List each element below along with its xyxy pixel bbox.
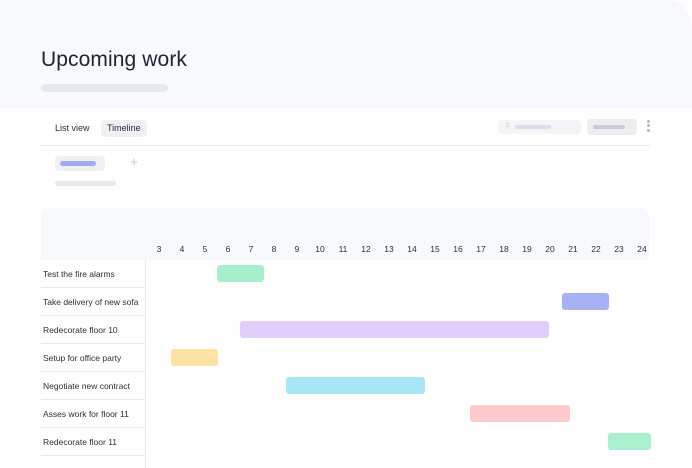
task-label: Test the fire alarms [43, 269, 115, 279]
timeline-day-label: 12 [361, 244, 371, 254]
task-bar[interactable] [217, 265, 264, 282]
add-icon[interactable]: + [128, 155, 140, 169]
timeline-day-label: 4 [179, 244, 185, 254]
filter-button[interactable] [587, 119, 637, 135]
timeline-day-label: 13 [384, 244, 394, 254]
task-bar[interactable] [240, 321, 550, 338]
more-options-icon[interactable] [645, 118, 651, 134]
row-divider [41, 287, 146, 288]
filter-button-placeholder [593, 125, 625, 129]
timeline-day-label: 7 [248, 244, 254, 254]
task-label: Setup for office party [43, 353, 122, 363]
timeline-day-label: 19 [522, 244, 532, 254]
timeline-day-label: 22 [591, 244, 601, 254]
row-divider [41, 399, 146, 400]
row-divider [41, 343, 146, 344]
search-placeholder [515, 125, 551, 129]
task-bar[interactable] [470, 405, 570, 422]
timeline-day-label: 11 [338, 244, 348, 254]
timeline-day-label: 9 [294, 244, 300, 254]
group-chip-color-bar [60, 161, 96, 166]
task-label: Redecorate floor 11 [43, 437, 118, 447]
row-divider [41, 371, 146, 372]
row-divider [41, 455, 146, 456]
timeline-day-label: 18 [499, 244, 509, 254]
timeline-day-label: 20 [545, 244, 555, 254]
timeline-day-label: 5 [202, 244, 208, 254]
group-chip[interactable] [55, 156, 105, 171]
timeline-day-label: 17 [476, 244, 486, 254]
timeline-day-label: 16 [453, 244, 463, 254]
timeline-day-label: 23 [614, 244, 624, 254]
tab-list-view[interactable]: List view [49, 120, 96, 137]
search-input[interactable]: ⚲ [498, 120, 581, 134]
timeline-day-label: 10 [315, 244, 325, 254]
task-bar[interactable] [286, 377, 425, 394]
timeline-day-label: 14 [407, 244, 417, 254]
timeline-day-label: 6 [225, 244, 231, 254]
timeline-divider [145, 260, 146, 468]
search-icon: ⚲ [505, 123, 511, 130]
timeline-day-label: 24 [637, 244, 647, 254]
task-bar[interactable] [562, 293, 609, 310]
timeline-day-label: 15 [430, 244, 440, 254]
row-divider [41, 427, 146, 428]
task-label: Redecorate floor 10 [43, 325, 118, 335]
page-header: Upcoming work [0, 0, 692, 108]
timeline-day-label: 8 [271, 244, 277, 254]
task-bar[interactable] [608, 433, 651, 450]
row-divider [41, 315, 146, 316]
task-label: Asses work for floor 11 [43, 409, 129, 419]
timeline-day-label: 3 [156, 244, 162, 254]
task-bar[interactable] [171, 349, 218, 366]
group-subtitle-placeholder [55, 181, 116, 186]
task-label: Take delivery of new sofa [43, 297, 139, 307]
view-toolbar: List view Timeline ⚲ [41, 116, 650, 146]
task-label: Negotiate new contract [43, 381, 130, 391]
timeline-day-label: 21 [568, 244, 578, 254]
tab-timeline[interactable]: Timeline [101, 120, 147, 137]
page-title: Upcoming work [41, 48, 188, 71]
subtitle-placeholder [41, 84, 168, 92]
